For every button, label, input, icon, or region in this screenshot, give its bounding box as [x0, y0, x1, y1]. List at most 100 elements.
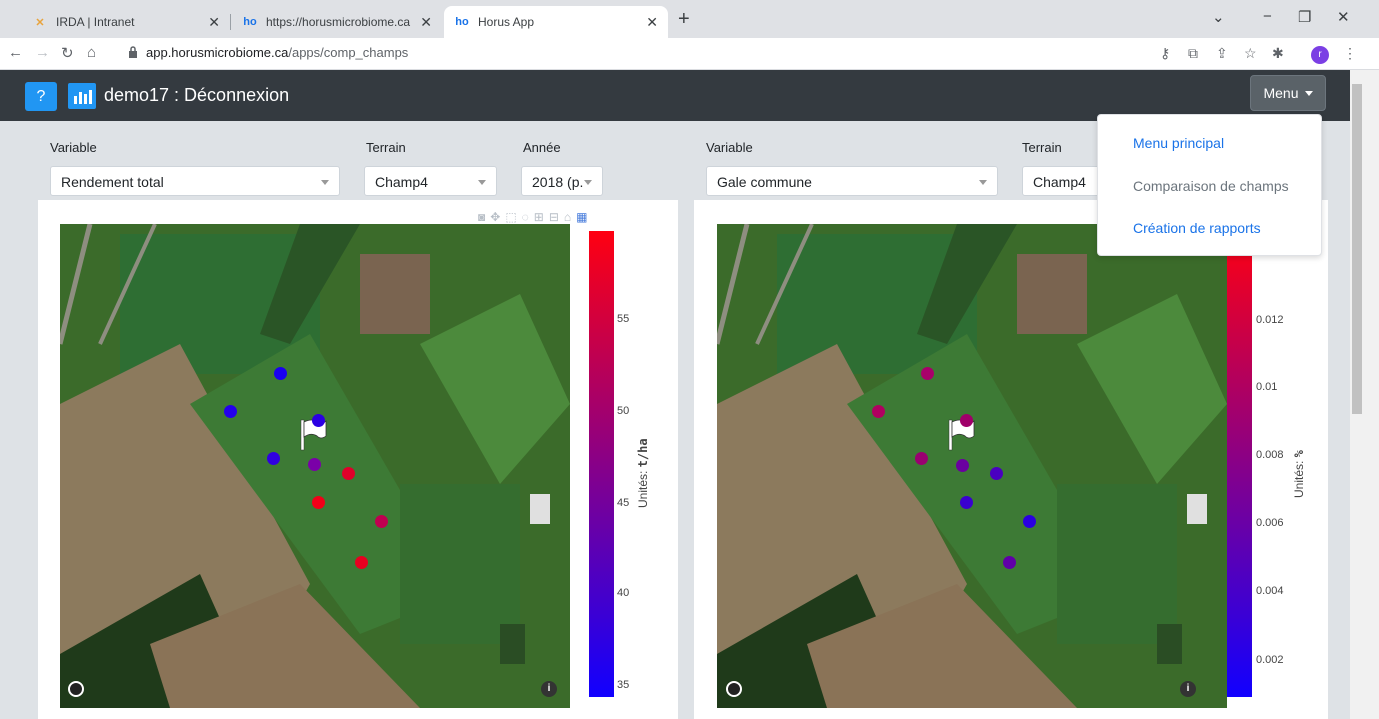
- back-icon[interactable]: ←: [8, 44, 23, 61]
- right-satellite-map[interactable]: [717, 224, 1227, 708]
- sample-point[interactable]: [872, 405, 885, 418]
- menu-item-main[interactable]: Menu principal: [1133, 135, 1224, 151]
- right-variable-value: Gale commune: [717, 174, 812, 190]
- menu-item-reports[interactable]: Création de rapports: [1133, 220, 1261, 236]
- chevron-down-icon: [321, 180, 329, 185]
- horus-favicon-icon: ho: [243, 16, 257, 28]
- bookmark-star-icon[interactable]: ☆: [1244, 45, 1257, 62]
- left-colorbar-tick: 45: [617, 497, 630, 509]
- sample-point[interactable]: [1023, 515, 1036, 528]
- menu-button-label: Menu: [1263, 85, 1299, 101]
- annee-select[interactable]: 2018 (p.: [521, 166, 603, 196]
- sample-point[interactable]: [375, 515, 388, 528]
- browser-menu-icon[interactable]: ⋮: [1343, 45, 1357, 62]
- sample-point[interactable]: [342, 467, 355, 480]
- lasso-icon[interactable]: ◌: [522, 210, 529, 224]
- sample-point[interactable]: [915, 452, 928, 465]
- horus-favicon-icon: ho: [455, 16, 469, 28]
- left-variable-select[interactable]: Rendement total: [50, 166, 340, 196]
- right-colorbar-tick: 0.006: [1256, 517, 1284, 529]
- right-colorbar-tick: 0.004: [1256, 585, 1284, 597]
- menu-item-field-comparison[interactable]: Comparaison de champs: [1133, 178, 1289, 194]
- right-terrain-label: Terrain: [1022, 140, 1062, 155]
- url-field[interactable]: app.horusmicrobiome.ca/apps/comp_champs: [146, 45, 408, 60]
- share-icon[interactable]: ⇪: [1216, 45, 1228, 62]
- menu-button[interactable]: Menu: [1250, 75, 1326, 111]
- sample-point[interactable]: [1003, 556, 1016, 569]
- plot-modebar: ◙ ✥ ⬚ ◌ ⊞ ⊟ ⌂ ▦: [478, 210, 588, 224]
- right-colorbar-tick: 0.008: [1256, 449, 1284, 461]
- tab-title: IRDA | Intranet: [56, 15, 135, 29]
- left-terrain-select[interactable]: Champ4: [364, 166, 497, 196]
- sample-point[interactable]: [921, 367, 934, 380]
- tab-irda[interactable]: ✕ IRDA | Intranet ✕: [22, 6, 230, 38]
- mapbox-logo-icon[interactable]: [68, 681, 84, 697]
- reset-home-icon[interactable]: ⌂: [564, 210, 571, 224]
- left-colorbar: [589, 231, 614, 697]
- info-icon[interactable]: i: [1180, 681, 1196, 697]
- close-tab-icon[interactable]: ✕: [420, 14, 432, 31]
- tab-search-icon[interactable]: ⌄: [1212, 8, 1225, 26]
- maximize-icon[interactable]: ❐: [1298, 8, 1311, 26]
- minimize-icon[interactable]: −: [1263, 8, 1272, 25]
- info-icon[interactable]: i: [541, 681, 557, 697]
- left-colorbar-tick: 50: [617, 405, 630, 417]
- left-colorbar-tick: 55: [617, 313, 630, 325]
- chevron-down-icon: [584, 180, 592, 185]
- browser-tab-bar: ✕ IRDA | Intranet ✕ ho https://horusmicr…: [0, 0, 1379, 38]
- close-window-icon[interactable]: ✕: [1337, 8, 1350, 26]
- chevron-down-icon: [478, 180, 486, 185]
- translate-icon[interactable]: ⧉: [1188, 45, 1198, 62]
- menu-dropdown: Menu principal Comparaison de champs Cré…: [1097, 114, 1322, 256]
- sample-point[interactable]: [960, 496, 973, 509]
- sample-point[interactable]: [274, 367, 287, 380]
- sample-point[interactable]: [267, 452, 280, 465]
- sample-point[interactable]: [308, 458, 321, 471]
- left-colorbar-tick: 35: [617, 679, 630, 691]
- close-tab-icon[interactable]: ✕: [208, 14, 220, 31]
- caret-down-icon: [1304, 90, 1313, 96]
- right-variable-select[interactable]: Gale commune: [706, 166, 998, 196]
- tab-horus-app[interactable]: ho Horus App ✕: [444, 6, 668, 38]
- profile-avatar[interactable]: r: [1311, 46, 1329, 64]
- sample-point[interactable]: [355, 556, 368, 569]
- bar-chart-logo-icon: [68, 83, 96, 109]
- forward-icon[interactable]: →: [35, 44, 50, 61]
- app-title-logout[interactable]: demo17 : Déconnexion: [104, 85, 289, 106]
- zoom-out-icon[interactable]: ⊟: [549, 210, 559, 224]
- sample-point[interactable]: [224, 405, 237, 418]
- reload-icon[interactable]: ↻: [61, 44, 74, 62]
- box-select-icon[interactable]: ⬚: [505, 210, 516, 224]
- sample-point[interactable]: [990, 467, 1003, 480]
- left-terrain-value: Champ4: [375, 174, 428, 190]
- right-colorbar-tick: 0.01: [1256, 381, 1278, 393]
- mapbox-logo-icon[interactable]: [726, 681, 742, 697]
- camera-icon[interactable]: ◙: [478, 210, 485, 224]
- sample-point[interactable]: [956, 459, 969, 472]
- pan-icon[interactable]: ✥: [490, 210, 500, 224]
- right-colorbar-tick: 0.012: [1256, 314, 1284, 326]
- right-variable-label: Variable: [706, 140, 753, 155]
- left-colorbar-tick: 40: [617, 587, 630, 599]
- sample-point[interactable]: [312, 496, 325, 509]
- home-icon[interactable]: ⌂: [87, 44, 96, 61]
- page-scrollbar-thumb[interactable]: [1352, 84, 1362, 414]
- new-tab-icon[interactable]: +: [678, 8, 690, 31]
- extensions-puzzle-icon[interactable]: ✱: [1272, 45, 1284, 62]
- tab-horus-site[interactable]: ho https://horusmicrobiome.ca ✕: [232, 6, 442, 38]
- plotly-logo-icon[interactable]: ▦: [576, 210, 587, 224]
- right-colorbar: [1227, 231, 1252, 697]
- address-bar: ← → ↻ ⌂ app.horusmicrobiome.ca/apps/comp…: [0, 38, 1379, 70]
- close-tab-icon[interactable]: ✕: [646, 14, 658, 31]
- zoom-in-icon[interactable]: ⊞: [534, 210, 544, 224]
- left-units-title: Unités: t/ha: [636, 438, 650, 508]
- help-button[interactable]: ?: [25, 82, 57, 111]
- annee-value: 2018 (p.: [532, 174, 584, 190]
- url-host: app.horusmicrobiome.ca: [146, 45, 289, 60]
- tab-title: https://horusmicrobiome.ca: [266, 15, 411, 29]
- sample-point[interactable]: [960, 414, 973, 427]
- url-path: /apps/comp_champs: [288, 45, 409, 60]
- sample-point[interactable]: [312, 414, 325, 427]
- password-key-icon[interactable]: ⚷: [1160, 45, 1170, 62]
- lock-icon[interactable]: [128, 46, 138, 58]
